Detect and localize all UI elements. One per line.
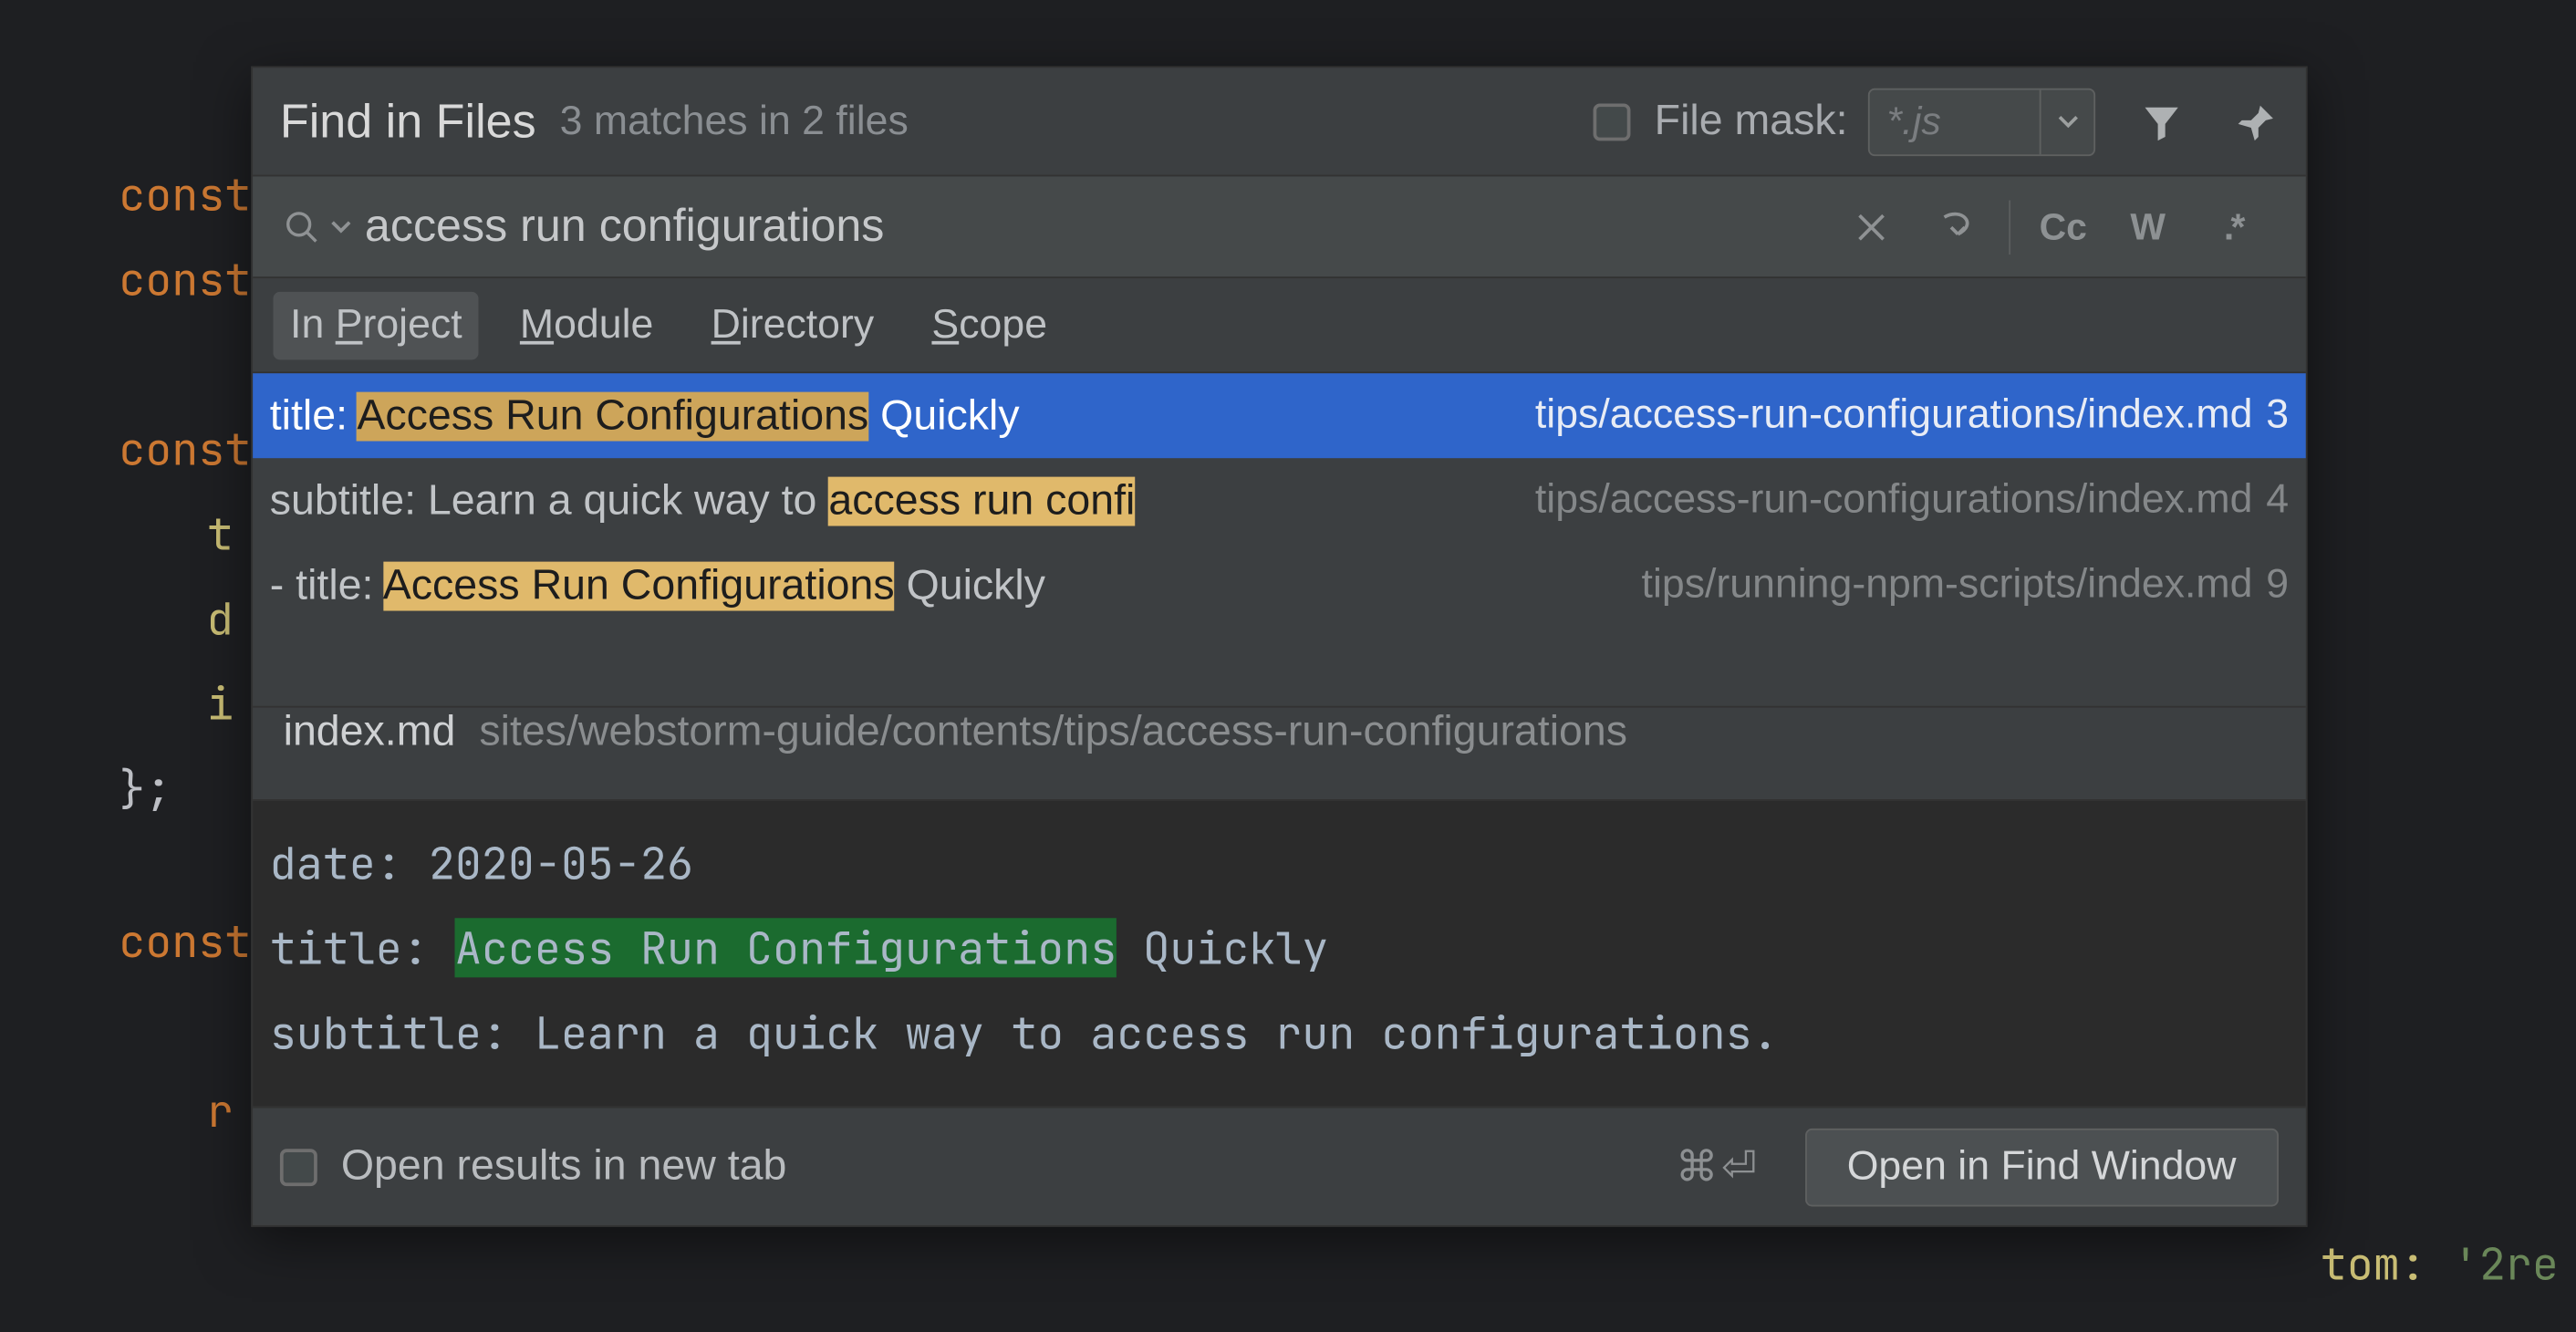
keyboard-shortcut-hint: ⌘⏎ [1676, 1141, 1761, 1192]
result-row[interactable]: subtitle: Learn a quick way to access ru… [253, 458, 2306, 543]
open-in-find-window-button[interactable]: Open in Find Window [1804, 1128, 2279, 1206]
preview-filename: index.md [284, 708, 456, 757]
chevron-down-icon[interactable] [2040, 89, 2094, 154]
filemask-select[interactable]: *.js [1868, 88, 2095, 155]
open-new-tab-checkbox[interactable] [280, 1148, 317, 1185]
tab-in-project[interactable]: In Project [273, 291, 479, 359]
match-case-toggle[interactable]: Cc [2038, 201, 2089, 252]
clear-icon[interactable] [1846, 201, 1897, 252]
dialog-header: Find in Files 3 matches in 2 files File … [253, 68, 2306, 176]
open-new-tab-label: Open results in new tab [341, 1142, 787, 1192]
filemask-checkbox[interactable] [1594, 103, 1631, 140]
scope-tabs: In Project Module Directory Scope [253, 278, 2306, 373]
tab-directory[interactable]: Directory [694, 291, 891, 359]
find-in-files-dialog: Find in Files 3 matches in 2 files File … [251, 67, 2307, 1227]
preview-header: index.md sites/webstorm-guide/contents/t… [253, 706, 2306, 801]
match-status: 3 matches in 2 files [560, 98, 909, 145]
pin-icon[interactable] [2228, 92, 2285, 150]
search-icon [284, 208, 321, 245]
preview-filepath: sites/webstorm-guide/contents/tips/acces… [479, 708, 1627, 757]
whole-words-toggle[interactable]: W [2123, 201, 2174, 252]
dialog-footer: Open results in new tab ⌘⏎ Open in Find … [253, 1107, 2306, 1225]
preview-pane[interactable]: date: 2020-05-26 title: Access Run Confi… [253, 801, 2306, 1107]
newlines-icon[interactable] [1931, 201, 1982, 252]
preview-line: title: Access Run Configurations Quickly [270, 906, 2289, 991]
regex-toggle[interactable]: .* [2207, 201, 2259, 252]
result-row[interactable]: - title: Access Run Configurations Quick… [253, 543, 2306, 628]
search-history-icon[interactable] [331, 220, 351, 234]
tab-scope[interactable]: Scope [915, 291, 1065, 359]
filter-icon[interactable] [2133, 92, 2190, 150]
result-row[interactable]: title: Access Run Configurations Quickly… [253, 373, 2306, 458]
filemask-label: File mask: [1655, 97, 1848, 146]
tab-module[interactable]: Module [503, 291, 670, 359]
dialog-title: Find in Files [280, 94, 536, 149]
preview-line: date: 2020-05-26 [270, 821, 2289, 906]
search-input[interactable]: access run configurations [365, 200, 1829, 253]
search-row: access run configurations Cc W .* [253, 176, 2306, 278]
results-list: title: Access Run Configurations Quickly… [253, 373, 2306, 706]
filemask-value: *.js [1870, 99, 2040, 144]
preview-line: subtitle: Learn a quick way to access ru… [270, 991, 2289, 1076]
